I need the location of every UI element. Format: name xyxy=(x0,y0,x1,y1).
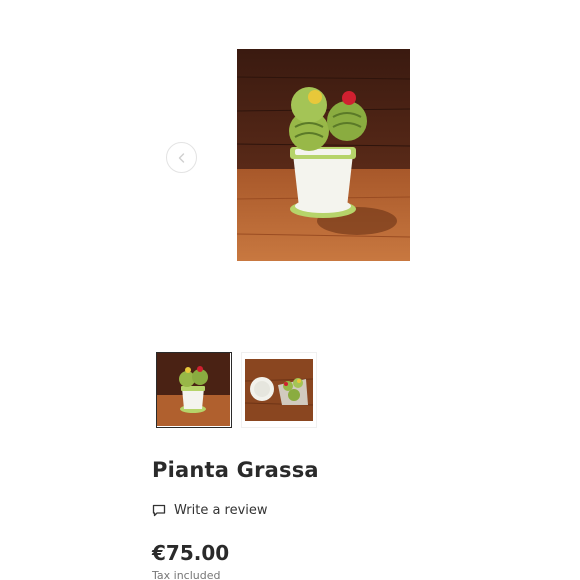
tax-note: Tax included xyxy=(152,569,221,580)
gallery-prev-button[interactable] xyxy=(166,142,197,173)
product-main-image[interactable] xyxy=(237,49,410,261)
write-review-link[interactable]: Write a review xyxy=(152,503,268,518)
product-title: Pianta Grassa xyxy=(152,458,319,482)
comment-icon xyxy=(152,504,166,517)
write-review-label: Write a review xyxy=(174,503,268,518)
cactus-pincushions-thumbnail xyxy=(242,353,315,426)
product-price: €75.00 xyxy=(152,541,230,565)
thumbnail-1[interactable] xyxy=(156,352,232,428)
product-page: Pianta Grassa Write a review €75.00 Tax … xyxy=(0,0,580,580)
thumbnail-2[interactable] xyxy=(241,352,317,428)
chevron-left-icon xyxy=(178,152,184,163)
cactus-pot-thumbnail xyxy=(157,353,230,426)
